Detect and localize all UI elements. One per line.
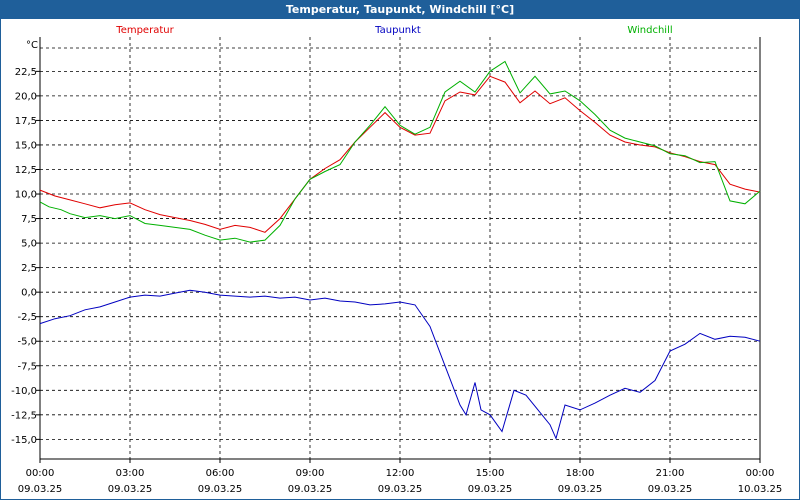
x-tick-time: 12:00 xyxy=(386,468,415,479)
y-tick-label: 22,5 xyxy=(15,67,37,78)
x-tick-date: 10.03.25 xyxy=(738,484,783,495)
x-tick-time: 06:00 xyxy=(206,468,235,479)
y-tick-label: 10,0 xyxy=(15,190,37,201)
x-tick-date: 09.03.25 xyxy=(198,484,243,495)
y-tick-label: -12,5 xyxy=(11,410,37,421)
x-tick-date: 09.03.25 xyxy=(648,484,693,495)
y-tick-label: -7,5 xyxy=(17,361,37,372)
x-tick-date: 09.03.25 xyxy=(468,484,513,495)
grid-lines xyxy=(40,37,760,459)
y-tick-label: -15,0 xyxy=(11,435,37,446)
y-axis-unit: °C xyxy=(26,40,38,51)
x-tick-time: 09:00 xyxy=(296,468,325,479)
x-tick-date: 09.03.25 xyxy=(378,484,423,495)
y-tick-label: -2,5 xyxy=(17,312,37,323)
axes xyxy=(36,37,761,463)
x-tick-date: 09.03.25 xyxy=(288,484,333,495)
y-tick-label: 20,0 xyxy=(15,91,37,102)
y-tick-label: 7,5 xyxy=(21,214,37,225)
x-tick-time: 21:00 xyxy=(656,468,685,479)
y-tick-label: 15,0 xyxy=(15,140,37,151)
x-tick-time: 03:00 xyxy=(116,468,145,479)
y-tick-label: 0,0 xyxy=(21,288,37,299)
y-tick-label: 5,0 xyxy=(21,239,37,250)
y-tick-label: -10,0 xyxy=(11,386,37,397)
x-tick-time: 15:00 xyxy=(476,468,505,479)
legend-entry-temperatur: Temperatur xyxy=(115,25,174,36)
x-tick-time: 00:00 xyxy=(746,468,775,479)
x-tick-labels: 00:00 09.03.25 03:00 09.03.25 06:00 09.03.25 0… xyxy=(18,468,783,495)
line-chart: 22,5 20,0 17,5 15,0 12,5 10,0 7,5 5,0 2,5 0,0 -2,5… xyxy=(11,25,783,495)
y-tick-label: 2,5 xyxy=(21,263,37,274)
legend-entry-taupunkt: Taupunkt xyxy=(374,25,421,36)
x-tick-date: 09.03.25 xyxy=(18,484,63,495)
x-tick-time: 18:00 xyxy=(566,468,595,479)
y-tick-label: 12,5 xyxy=(15,165,37,176)
legend: Temperatur Taupunkt Windchill xyxy=(115,25,672,36)
legend-entry-windchill: Windchill xyxy=(627,25,672,36)
y-tick-labels: 22,5 20,0 17,5 15,0 12,5 10,0 7,5 5,0 2,5 0,0 -2,5… xyxy=(11,67,37,446)
x-tick-date: 09.03.25 xyxy=(108,484,153,495)
x-tick-time: 00:00 xyxy=(26,468,55,479)
x-tick-date: 09.03.25 xyxy=(558,484,603,495)
y-tick-label: 17,5 xyxy=(15,116,37,127)
y-tick-label: -5,0 xyxy=(17,337,37,348)
